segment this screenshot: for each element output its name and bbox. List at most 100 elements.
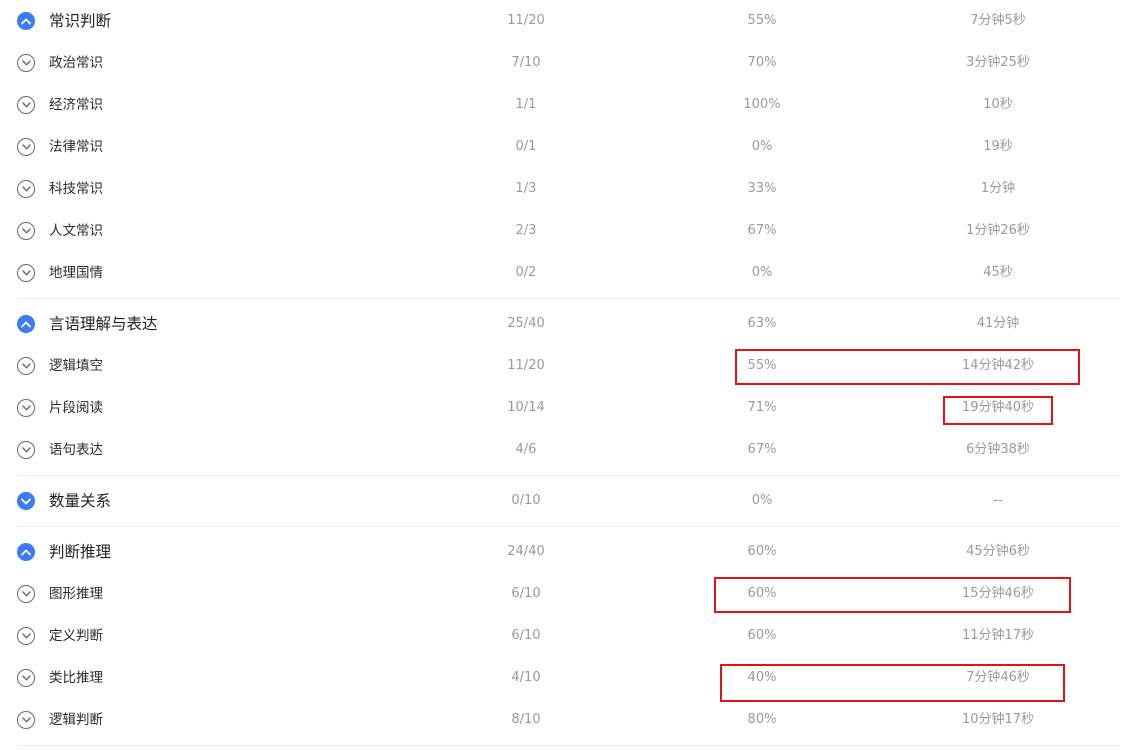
subcategory-row[interactable]: 地理国情 0/2 0% 45秒 [0,252,1121,294]
time-cell: -- [993,493,1003,508]
collapse-chevron-up-icon[interactable] [17,543,35,561]
ratio-cell: 0/2 [515,265,537,280]
subcategory-row[interactable]: 法律常识 0/1 0% 19秒 [0,126,1121,168]
percent-cell: 0% [751,493,773,508]
subcategory-name: 政治常识 [49,55,103,71]
ratio-cell: 10/14 [507,400,545,415]
percent-cell: 55% [747,13,777,28]
expand-chevron-down-icon[interactable] [17,399,35,417]
ratio-cell: 11/20 [507,13,545,28]
time-cell: 10秒 [983,97,1013,112]
expand-chevron-down-icon[interactable] [17,585,35,603]
expand-chevron-down-icon[interactable] [17,138,35,156]
subcategory-row[interactable]: 经济常识 1/1 100% 10秒 [0,84,1121,126]
subcategory-row[interactable]: 逻辑填空 11/20 55% 14分钟42秒 [0,345,1121,387]
expand-chevron-down-icon[interactable] [17,54,35,72]
percent-cell: 100% [743,97,781,112]
ratio-cell: 4/6 [515,442,537,457]
ratio-cell: 24/40 [507,544,545,559]
time-cell: 3分钟25秒 [966,55,1030,70]
time-cell: 11分钟17秒 [961,628,1035,643]
category-name: 数量关系 [49,492,112,510]
subcategory-name: 逻辑判断 [49,712,103,728]
percent-cell: 70% [747,55,777,70]
ratio-cell: 4/10 [511,670,541,685]
time-cell: 14分钟42秒 [961,358,1035,373]
subcategory-row[interactable]: 人文常识 2/3 67% 1分钟26秒 [0,210,1121,252]
percent-cell: 60% [747,544,777,559]
subcategory-name: 定义判断 [49,628,103,644]
ratio-cell: 0/1 [515,139,537,154]
subcategory-name: 经济常识 [49,97,103,113]
subcategory-row[interactable]: 语句表达 4/6 67% 6分钟38秒 [0,429,1121,471]
group-divider [17,745,1120,746]
expand-chevron-down-icon[interactable] [17,441,35,459]
subcategory-name: 人文常识 [49,223,103,239]
subcategory-name: 类比推理 [49,670,103,686]
percent-cell: 0% [751,139,773,154]
subcategory-name: 逻辑填空 [49,358,103,374]
ratio-cell: 25/40 [507,316,545,331]
time-cell: 7分钟5秒 [970,13,1026,28]
subcategory-name: 语句表达 [49,442,103,458]
percent-cell: 40% [747,670,777,685]
group-divider [17,298,1120,299]
percent-cell: 55% [747,358,777,373]
ratio-cell: 2/3 [515,223,537,238]
ratio-cell: 6/10 [511,628,541,643]
category-name: 判断推理 [49,543,112,561]
subcategory-name: 片段阅读 [49,400,103,416]
ratio-cell: 1/1 [515,97,537,112]
time-cell: 10分钟17秒 [961,712,1035,727]
group-divider [17,475,1120,476]
time-cell: 7分钟46秒 [966,670,1030,685]
percent-cell: 60% [747,586,777,601]
expand-chevron-down-icon[interactable] [17,711,35,729]
category-name: 常识判断 [49,12,112,30]
expand-chevron-down-icon[interactable] [17,96,35,114]
category-row[interactable]: 数量关系 0/10 0% -- [0,480,1121,531]
expand-chevron-down-icon[interactable] [17,492,35,510]
time-cell: 45秒 [983,265,1013,280]
group-divider [17,526,1120,527]
subcategory-row[interactable]: 科技常识 1/3 33% 1分钟 [0,168,1121,210]
ratio-cell: 7/10 [511,55,541,70]
ratio-cell: 0/10 [511,493,541,508]
subcategory-row[interactable]: 政治常识 7/10 70% 3分钟25秒 [0,42,1121,84]
subcategory-row[interactable]: 图形推理 6/10 60% 15分钟46秒 [0,573,1121,615]
subcategory-row[interactable]: 逻辑判断 8/10 80% 10分钟17秒 [0,699,1121,741]
expand-chevron-down-icon[interactable] [17,264,35,282]
expand-chevron-down-icon[interactable] [17,222,35,240]
time-cell: 19秒 [983,139,1013,154]
time-cell: 1分钟26秒 [966,223,1030,238]
time-cell: 15分钟46秒 [961,586,1035,601]
subcategory-row[interactable]: 定义判断 6/10 60% 11分钟17秒 [0,615,1121,657]
percent-cell: 80% [747,712,777,727]
subcategory-name: 法律常识 [49,139,103,155]
subcategory-name: 图形推理 [49,586,103,602]
subcategory-name: 科技常识 [49,181,103,197]
collapse-chevron-up-icon[interactable] [17,315,35,333]
ratio-cell: 6/10 [511,586,541,601]
expand-chevron-down-icon[interactable] [17,180,35,198]
subcategory-row[interactable]: 类比推理 4/10 40% 7分钟46秒 [0,657,1121,699]
percent-cell: 33% [747,181,777,196]
expand-chevron-down-icon[interactable] [17,669,35,687]
expand-chevron-down-icon[interactable] [17,627,35,645]
ratio-cell: 11/20 [507,358,545,373]
time-cell: 6分钟38秒 [966,442,1030,457]
subcategory-row[interactable]: 片段阅读 10/14 71% 19分钟40秒 [0,387,1121,429]
time-cell: 1分钟 [980,181,1016,196]
ratio-cell: 8/10 [511,712,541,727]
percent-cell: 67% [747,223,777,238]
percent-cell: 67% [747,442,777,457]
time-cell: 19分钟40秒 [961,400,1035,415]
percent-cell: 71% [747,400,777,415]
percent-cell: 0% [751,265,773,280]
percent-cell: 60% [747,628,777,643]
category-name: 言语理解与表达 [49,315,158,333]
expand-chevron-down-icon[interactable] [17,357,35,375]
collapse-chevron-up-icon[interactable] [17,12,35,30]
time-cell: 45分钟6秒 [966,544,1030,559]
percent-cell: 63% [747,316,777,331]
